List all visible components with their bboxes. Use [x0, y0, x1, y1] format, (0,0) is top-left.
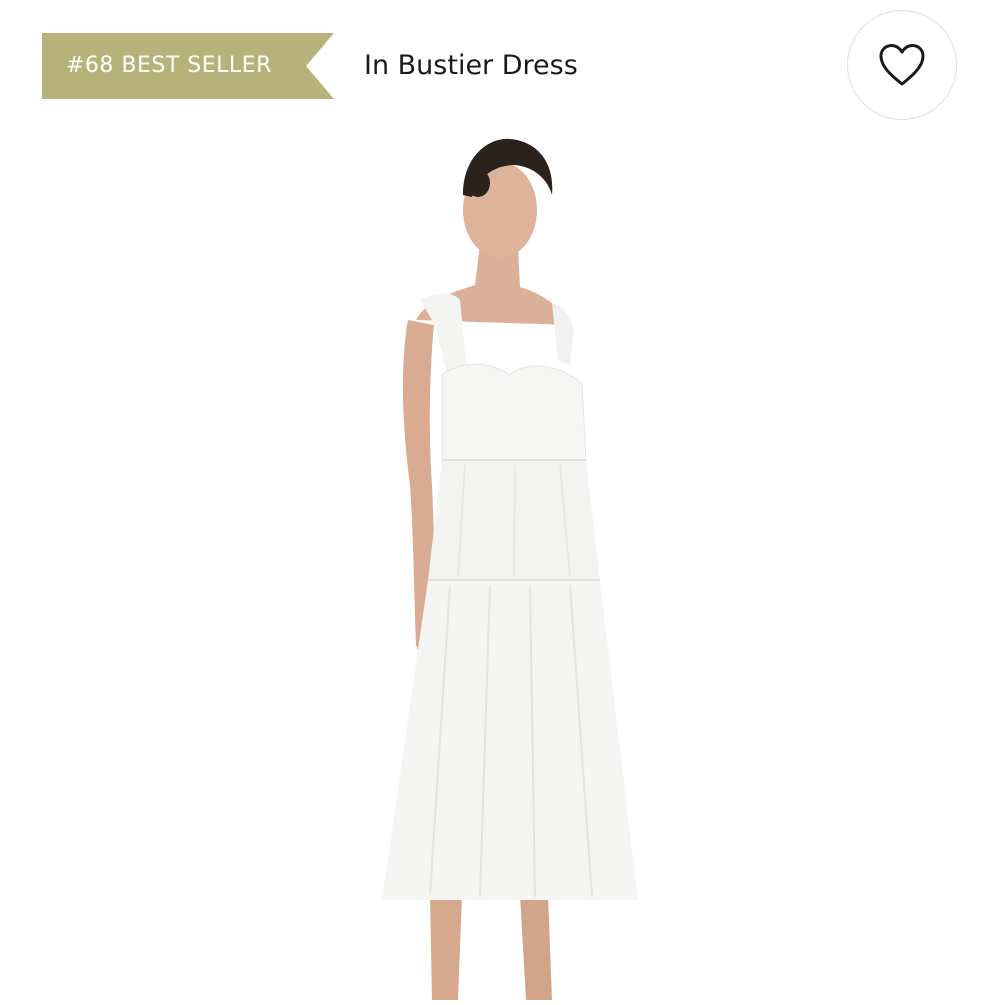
favorite-button[interactable]: [847, 10, 957, 120]
best-seller-badge: #68 BEST SELLER: [42, 33, 334, 99]
heart-outline-icon: [879, 44, 925, 86]
best-seller-label: #68 BEST SELLER: [66, 53, 272, 78]
model-in-white-dress-photo: [382, 138, 638, 1000]
product-image[interactable]: [330, 125, 670, 1000]
product-title: In Bustier Dress: [364, 50, 578, 81]
